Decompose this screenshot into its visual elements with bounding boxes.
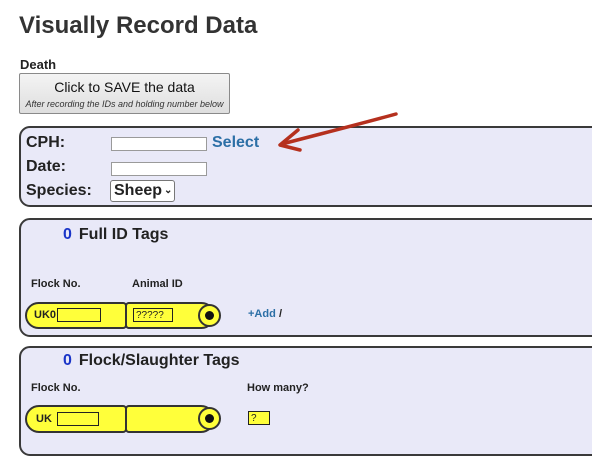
species-label: Species: — [26, 182, 92, 199]
flock-tags-panel: 0 Flock/Slaughter Tags Flock No. How many… — [19, 346, 592, 456]
flock-tag-prefix: UK0 — [34, 309, 57, 321]
full-id-heading: 0 Full ID Tags — [63, 226, 168, 244]
tag-stud-icon — [198, 304, 221, 327]
chevron-down-icon: ⌄ — [164, 185, 173, 196]
save-button-hint: After recording the IDs and holding numb… — [25, 99, 224, 109]
flock-no-label: Flock No. — [31, 382, 81, 394]
tag-stud-icon — [198, 407, 221, 430]
add-link[interactable]: +Add — [248, 308, 276, 320]
cph-input[interactable] — [111, 137, 207, 151]
how-many-input[interactable] — [248, 411, 270, 425]
full-id-count: 0 — [63, 226, 72, 243]
flock-no-input[interactable] — [57, 412, 99, 426]
page-title: Visually Record Data — [19, 12, 258, 39]
cph-label: CPH: — [26, 134, 66, 151]
date-input[interactable] — [111, 162, 207, 176]
flock-tags-heading-text: Flock/Slaughter Tags — [78, 352, 240, 369]
flock-tag-prefix: UK — [36, 413, 52, 425]
flock-no-input[interactable] — [57, 308, 101, 322]
flock-no-label: Flock No. — [31, 278, 81, 290]
section-label: Death — [20, 57, 57, 72]
species-value: Sheep — [114, 182, 163, 200]
flock-tags-heading: 0 Flock/Slaughter Tags — [63, 352, 240, 370]
flock-tag: UK — [25, 405, 127, 433]
red-arrow-icon — [278, 112, 398, 152]
full-id-panel: 0 Full ID Tags Flock No. Animal ID UK0 +A… — [19, 218, 592, 337]
animal-id-input[interactable] — [133, 308, 173, 322]
separator-text: / — [279, 308, 283, 320]
save-button[interactable]: Click to SAVE the data After recording t… — [19, 73, 230, 114]
animal-id-label: Animal ID — [132, 278, 183, 290]
full-id-heading-text: Full ID Tags — [78, 226, 169, 243]
date-label: Date: — [26, 158, 67, 175]
select-link[interactable]: Select — [212, 134, 259, 152]
how-many-label: How many? — [247, 382, 309, 394]
species-select[interactable]: Sheep ⌄ — [110, 180, 176, 202]
save-button-label: Click to SAVE the data — [54, 79, 195, 95]
flock-tags-count: 0 — [63, 352, 72, 369]
flock-tag: UK0 — [25, 302, 127, 329]
